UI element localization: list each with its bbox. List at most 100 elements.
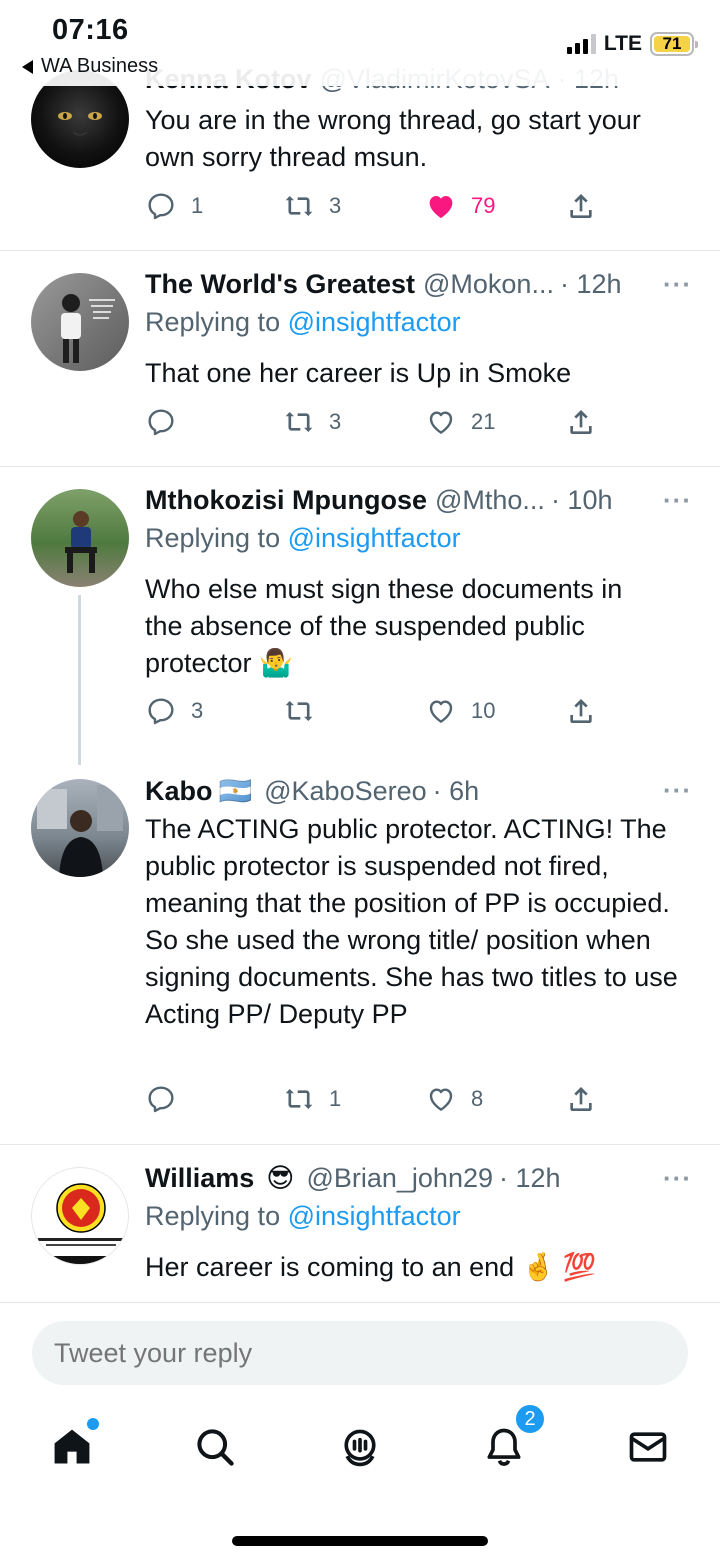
more-options-icon[interactable]: ···	[663, 485, 692, 516]
notifications-badge: 2	[514, 1403, 546, 1435]
tab-bar: 2	[0, 1403, 720, 1481]
more-options-icon[interactable]: ···	[663, 269, 692, 300]
tweet-actions: 3 10	[145, 695, 605, 731]
status-time: 07:16	[52, 14, 129, 46]
share-button[interactable]	[565, 1083, 597, 1115]
user-handle[interactable]: @Mtho...	[435, 485, 545, 516]
retweet-count: 3	[329, 193, 342, 218]
reply-input[interactable]	[32, 1321, 688, 1385]
avatar[interactable]	[31, 489, 129, 587]
like-button[interactable]: 79	[425, 190, 495, 222]
heart-icon	[429, 700, 453, 723]
back-to-app-link[interactable]: WA Business	[22, 55, 158, 78]
home-indicator[interactable]	[232, 1536, 488, 1546]
replying-to: Replying to @insightfactor	[145, 1201, 461, 1232]
like-button[interactable]: 8	[425, 1083, 483, 1115]
tweet-reply[interactable]: The World's Greatest @Mokon... · 12h ···…	[0, 251, 720, 466]
more-options-icon[interactable]: ···	[663, 1163, 692, 1194]
reply-button[interactable]	[145, 1083, 191, 1115]
like-button[interactable]: 10	[425, 695, 495, 727]
signal-icon	[566, 34, 596, 54]
replying-to-label: Replying to	[145, 523, 281, 553]
display-name[interactable]: Mthokozisi Mpungose	[145, 485, 427, 516]
retweet-button[interactable]	[283, 695, 329, 727]
tweet-reply[interactable]: Kabo 🇦🇷 @KaboSereo · 6h ··· The ACTING p…	[0, 765, 720, 1144]
share-button[interactable]	[565, 695, 597, 727]
mention-link[interactable]: @insightfactor	[288, 1201, 461, 1231]
status-bar: 07:16 WA Business LTE 71	[0, 0, 720, 86]
tweet-actions: 1 3 79	[145, 190, 605, 226]
like-button[interactable]: 21	[425, 406, 495, 438]
display-name[interactable]: Kabo	[145, 776, 213, 807]
reply-icon	[148, 698, 174, 725]
tweet-reply[interactable]: Mthokozisi Mpungose @Mtho... · 10h ··· R…	[0, 467, 720, 765]
share-button[interactable]	[565, 406, 597, 438]
replying-to: Replying to @insightfactor	[145, 307, 461, 338]
back-arrow-icon	[22, 59, 33, 74]
display-name[interactable]: The World's Greatest	[145, 269, 415, 300]
search-icon	[197, 1429, 234, 1466]
share-button[interactable]	[565, 190, 597, 222]
user-handle[interactable]: @Brian_john29	[306, 1163, 493, 1194]
retweet-button[interactable]: 1	[283, 1083, 341, 1115]
reply-icon	[148, 1086, 174, 1113]
retweet-button[interactable]: 3	[283, 190, 341, 222]
tweet-time: · 6h	[432, 775, 480, 806]
replying-to-label: Replying to	[145, 307, 281, 337]
tab-spaces[interactable]	[334, 1421, 386, 1473]
avatar[interactable]	[31, 779, 129, 877]
sunglasses-emoji: 😎	[266, 1163, 295, 1193]
heart-icon	[429, 1088, 453, 1111]
reply-button[interactable]	[145, 406, 191, 438]
like-count: 21	[471, 409, 496, 434]
share-icon	[570, 410, 592, 434]
heart-icon	[429, 411, 453, 434]
thread-line	[78, 595, 81, 765]
tab-home[interactable]	[46, 1418, 99, 1473]
status-indicators: LTE 71	[566, 32, 698, 56]
user-handle[interactable]: @KaboSereo	[264, 776, 427, 807]
new-content-dot	[87, 1418, 99, 1430]
retweet-icon	[285, 1089, 313, 1109]
reply-icon	[148, 409, 174, 436]
network-type: LTE	[603, 32, 642, 55]
avatar[interactable]	[31, 1167, 129, 1265]
more-options-icon[interactable]: ···	[663, 775, 692, 806]
like-count: 79	[471, 193, 496, 218]
mention-link[interactable]: @insightfactor	[288, 307, 461, 337]
reply-button[interactable]: 1	[145, 190, 203, 222]
display-name[interactable]: Williams	[145, 1163, 254, 1194]
tab-search[interactable]	[189, 1421, 241, 1473]
share-icon	[570, 194, 592, 218]
back-app-label: WA Business	[41, 55, 159, 77]
tweet-actions: 3 21	[145, 406, 605, 442]
battery-level: 71	[654, 34, 690, 53]
tweet-time: · 10h	[550, 485, 613, 515]
home-icon	[54, 1429, 90, 1464]
tweet-text: The ACTING public protector. ACTING! The…	[145, 814, 678, 1029]
retweet-icon	[285, 196, 313, 216]
reply-button[interactable]: 3	[145, 695, 203, 727]
spaces-icon	[344, 1429, 376, 1467]
tweet-time: · 12h	[559, 269, 622, 299]
tab-messages[interactable]	[622, 1421, 674, 1473]
like-count: 10	[471, 698, 496, 723]
avatar[interactable]	[31, 273, 129, 371]
retweet-button[interactable]: 3	[283, 406, 341, 438]
tab-notifications[interactable]: 2	[478, 1403, 546, 1473]
like-count: 8	[471, 1086, 484, 1111]
share-icon	[570, 699, 592, 723]
replying-to-label: Replying to	[145, 1201, 281, 1231]
reply-icon	[148, 193, 174, 220]
user-handle[interactable]: @Mokon...	[423, 269, 554, 300]
retweet-icon	[285, 412, 313, 432]
tweet-reply[interactable]: Williams 😎 @Brian_john29 · 12h ··· Reply…	[0, 1145, 720, 1302]
retweet-icon	[285, 701, 313, 721]
bottom-panel: 2	[0, 1302, 720, 1559]
replying-to: Replying to @insightfactor	[145, 523, 461, 554]
retweet-count: 1	[329, 1086, 342, 1111]
tweet-text: Her career is coming to an end 🤞 💯	[145, 1252, 597, 1282]
tweet-time: · 12h	[499, 1163, 561, 1193]
mention-link[interactable]: @insightfactor	[288, 523, 461, 553]
retweet-count: 3	[329, 409, 342, 434]
